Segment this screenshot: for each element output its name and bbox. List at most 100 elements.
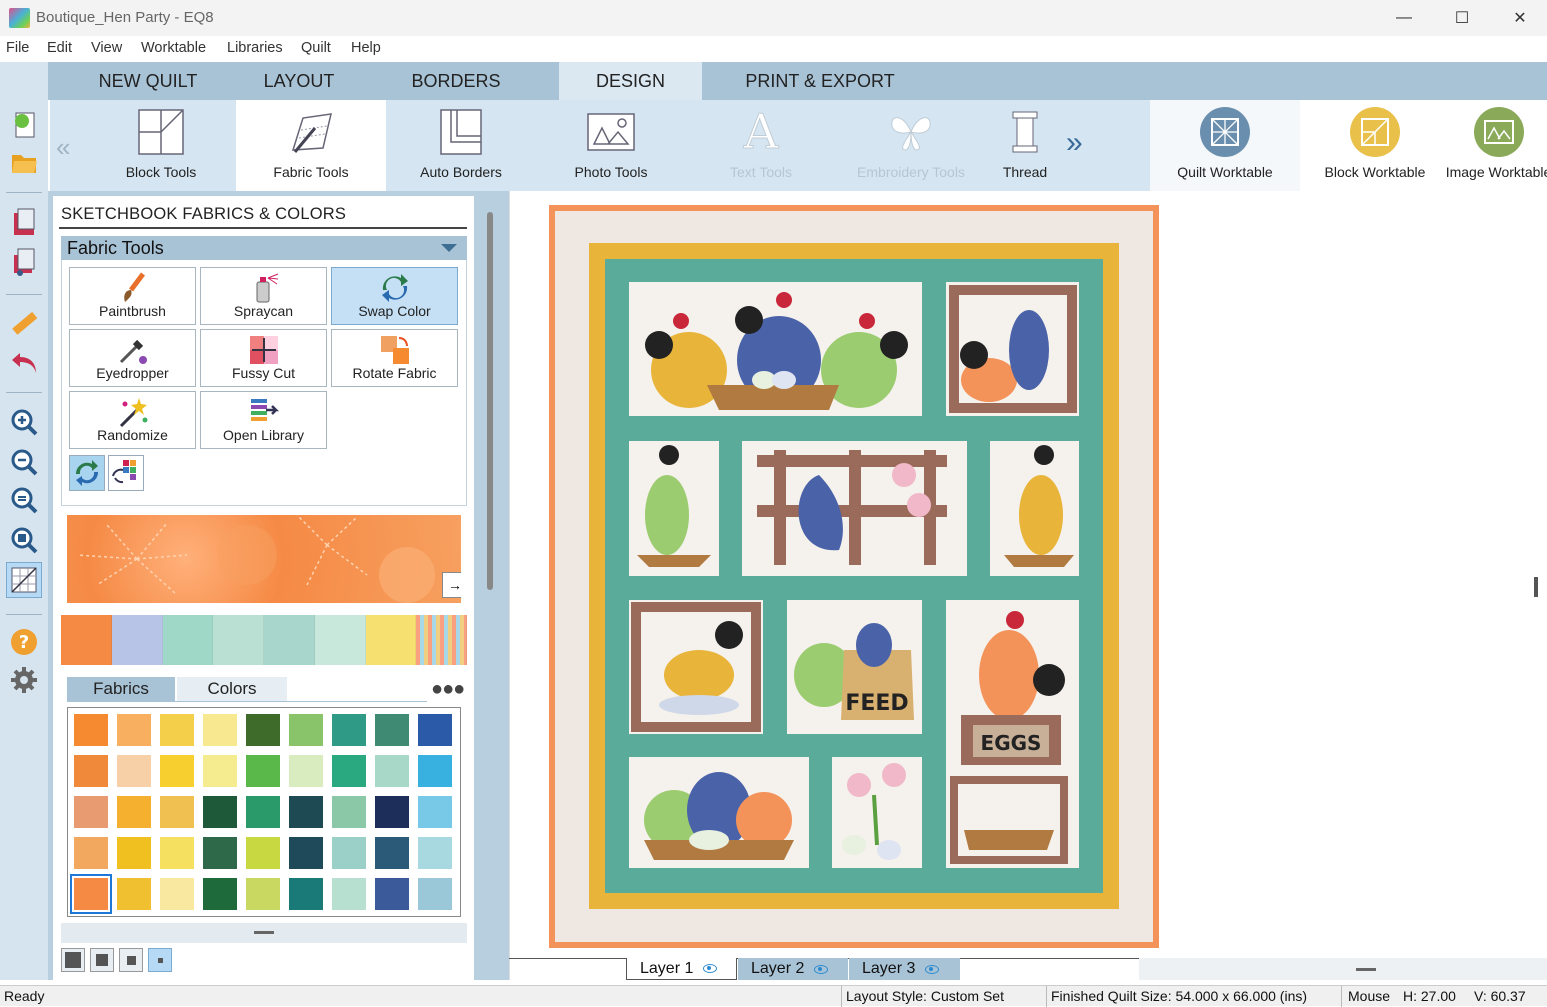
swap-mode-single-button[interactable] <box>69 455 105 491</box>
grid-icon[interactable] <box>6 562 42 598</box>
fabric-swatch[interactable] <box>70 874 112 914</box>
fabric-swatch[interactable] <box>160 755 194 787</box>
fussy-cut-tool[interactable]: Fussy Cut <box>200 329 327 387</box>
fabric-swatch[interactable] <box>332 755 366 787</box>
fabric-swatch[interactable] <box>332 878 366 910</box>
auto-borders-button[interactable]: Auto Borders <box>386 100 536 191</box>
fabric-swatch[interactable] <box>117 755 151 787</box>
maximize-button[interactable]: ☐ <box>1433 0 1491 36</box>
fabric-swatch[interactable] <box>332 837 366 869</box>
expand-swatch-button[interactable]: →] <box>442 572 461 598</box>
fabric-swatch[interactable] <box>117 796 151 828</box>
swap-mode-all-button[interactable] <box>108 455 144 491</box>
pane-scrollbar[interactable] <box>487 212 493 590</box>
recent-fabric-swatch[interactable] <box>111 615 163 665</box>
open-library-tool[interactable]: Open Library <box>200 391 327 449</box>
tab-colors[interactable]: Colors <box>177 677 287 701</box>
canvas-scroll-grip[interactable] <box>1534 577 1538 597</box>
fabric-swatch[interactable] <box>117 714 151 746</box>
recent-fabric-swatch[interactable] <box>365 615 417 665</box>
fabric-swatch[interactable] <box>203 837 237 869</box>
ribbon-prev-icon[interactable]: « <box>56 132 70 163</box>
fabric-swatch[interactable] <box>203 714 237 746</box>
fabric-swatch[interactable] <box>203 796 237 828</box>
open-folder-icon[interactable] <box>6 144 42 180</box>
fabric-swatch[interactable] <box>160 837 194 869</box>
tab-print-export[interactable]: PRINT & EXPORT <box>720 62 920 100</box>
new-sketch-icon[interactable] <box>6 106 42 142</box>
tab-design[interactable]: DESIGN <box>559 62 702 100</box>
rotate-fabric-tool[interactable]: Rotate Fabric <box>331 329 458 387</box>
add-to-project-icon[interactable] <box>6 204 42 240</box>
swap-color-tool[interactable]: Swap Color <box>331 267 458 325</box>
fabric-swatch[interactable] <box>289 796 323 828</box>
collapse-arrow-icon[interactable] <box>441 244 457 252</box>
eye-icon[interactable] <box>814 964 829 974</box>
menu-edit[interactable]: Edit <box>47 40 72 56</box>
embroidery-tools-button[interactable]: Embroidery Tools <box>836 100 986 191</box>
fabric-tools-header[interactable]: Fabric Tools <box>61 236 467 260</box>
ruler-icon[interactable] <box>6 306 42 342</box>
fabric-swatch[interactable] <box>375 796 409 828</box>
block-tools-button[interactable]: Block Tools <box>86 100 236 191</box>
fabric-swatch[interactable] <box>289 714 323 746</box>
fabric-swatch[interactable] <box>160 796 194 828</box>
fabric-swatch[interactable] <box>74 796 108 828</box>
quilt-worktable-button[interactable]: Quilt Worktable <box>1150 100 1300 191</box>
swatch-size-xl-button[interactable] <box>61 948 85 972</box>
recent-fabric-swatch[interactable] <box>416 615 467 665</box>
fabric-swatch[interactable] <box>289 837 323 869</box>
fabric-swatch[interactable] <box>375 755 409 787</box>
menu-quilt[interactable]: Quilt <box>301 40 331 56</box>
fabric-swatch[interactable] <box>289 878 323 910</box>
close-button[interactable]: ✕ <box>1491 0 1547 36</box>
tab-fabrics[interactable]: Fabrics <box>67 677 175 701</box>
image-worktable-button[interactable]: Image Worktable <box>1446 100 1547 191</box>
fabric-swatch[interactable] <box>375 878 409 910</box>
fabric-swatch[interactable] <box>375 837 409 869</box>
zoom-out-icon[interactable] <box>6 444 42 480</box>
ribbon-next-icon[interactable]: » <box>1066 126 1083 160</box>
fabric-swatch[interactable] <box>246 714 280 746</box>
fabric-swatch[interactable] <box>418 714 452 746</box>
paintbrush-tool[interactable]: Paintbrush <box>69 267 196 325</box>
fabric-swatch[interactable] <box>332 714 366 746</box>
eye-icon[interactable] <box>925 964 940 974</box>
thread-button[interactable]: Thread <box>986 100 1064 191</box>
zoom-previous-icon[interactable] <box>6 482 42 518</box>
menu-view[interactable]: View <box>91 40 122 56</box>
fabric-swatch[interactable] <box>418 755 452 787</box>
eye-icon[interactable] <box>703 964 718 973</box>
fabric-swatch[interactable] <box>375 714 409 746</box>
tab-borders[interactable]: BORDERS <box>374 62 538 100</box>
layer-1-tab[interactable]: Layer 1 <box>626 958 737 980</box>
settings-gear-icon[interactable] <box>6 662 42 698</box>
fabric-swatch[interactable] <box>289 755 323 787</box>
fabric-swatch[interactable] <box>246 878 280 910</box>
more-options-icon[interactable]: ●●● <box>431 678 465 701</box>
photo-tools-button[interactable]: Photo Tools <box>536 100 686 191</box>
tab-layout[interactable]: LAYOUT <box>224 62 374 100</box>
fabric-swatch[interactable] <box>74 837 108 869</box>
block-worktable-button[interactable]: Block Worktable <box>1300 100 1450 191</box>
eyedropper-tool[interactable]: Eyedropper <box>69 329 196 387</box>
fabric-swatch[interactable] <box>418 796 452 828</box>
swatch-size-medium-button[interactable] <box>119 948 143 972</box>
zoom-in-icon[interactable] <box>6 404 42 440</box>
menu-file[interactable]: File <box>6 40 29 56</box>
fit-to-worktable-icon[interactable] <box>6 522 42 558</box>
layer-3-tab[interactable]: Layer 3 <box>849 958 960 980</box>
fabric-tools-button[interactable]: Fabric Tools <box>236 100 386 191</box>
fabric-swatch[interactable] <box>418 837 452 869</box>
swatch-size-large-button[interactable] <box>90 948 114 972</box>
fabric-swatch[interactable] <box>74 755 108 787</box>
fabric-swatch[interactable] <box>246 837 280 869</box>
recent-fabric-swatch[interactable] <box>264 615 315 665</box>
fabric-swatch[interactable] <box>117 878 151 910</box>
swatch-size-small-button[interactable] <box>148 948 172 972</box>
fabric-swatch[interactable] <box>246 755 280 787</box>
horizontal-scroll-area[interactable] <box>1139 958 1547 980</box>
recent-fabric-swatch[interactable] <box>213 615 264 665</box>
text-tools-button[interactable]: A Text Tools <box>686 100 836 191</box>
help-icon[interactable]: ? <box>6 624 42 660</box>
